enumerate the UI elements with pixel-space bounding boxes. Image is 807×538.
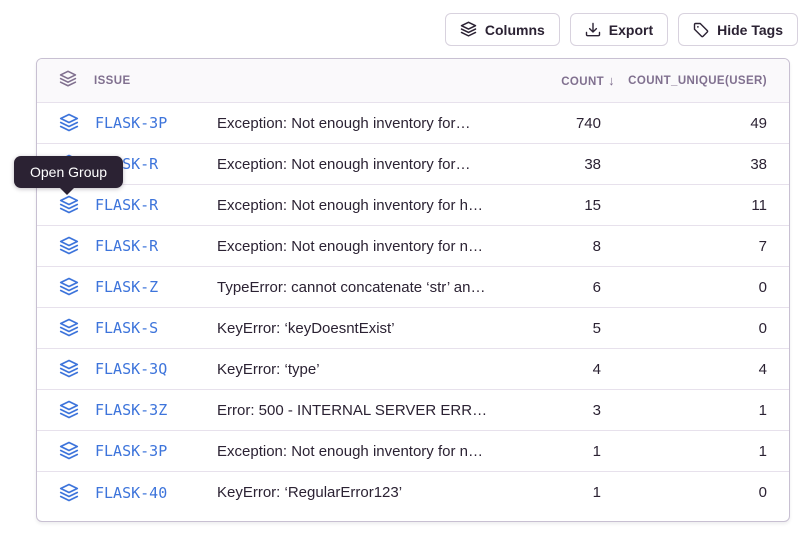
issue-id-link[interactable]: FLASK-R xyxy=(95,196,158,214)
column-header-count-unique-label: COUNT_UNIQUE(USER) xyxy=(628,75,767,87)
count-value: 38 xyxy=(501,156,601,173)
open-group-button[interactable] xyxy=(59,318,79,338)
count-unique-value: 7 xyxy=(601,238,789,255)
column-header-issue[interactable]: ISSUE xyxy=(37,70,217,91)
table-row[interactable]: FLASK-R Exception: Not enough inventory … xyxy=(37,144,789,185)
count-unique-value: 1 xyxy=(601,443,789,460)
issue-cell: FLASK-3P xyxy=(37,113,217,133)
column-header-count-label: COUNT xyxy=(561,76,604,88)
issues-table: ISSUE COUNT↓ COUNT_UNIQUE(USER) FLASK-3P… xyxy=(36,58,790,522)
open-group-tooltip: Open Group xyxy=(14,156,123,188)
issue-title: Exception: Not enough inventory for h… xyxy=(217,197,501,214)
count-value: 8 xyxy=(501,238,601,255)
count-value: 740 xyxy=(501,115,601,132)
issue-cell: FLASK-3Z xyxy=(37,400,217,420)
table-row[interactable]: FLASK-Z TypeError: cannot concatenate ‘s… xyxy=(37,267,789,308)
count-value: 5 xyxy=(501,320,601,337)
open-group-button[interactable] xyxy=(59,483,79,503)
table-row[interactable]: FLASK-R Exception: Not enough inventory … xyxy=(37,185,789,226)
issue-id-link[interactable]: FLASK-3Z xyxy=(95,401,167,419)
issue-title: KeyError: ‘RegularError123’ xyxy=(217,484,501,501)
table-header-row: ISSUE COUNT↓ COUNT_UNIQUE(USER) xyxy=(37,59,789,103)
issue-id-link[interactable]: FLASK-R xyxy=(95,237,158,255)
table-row[interactable]: FLASK-R Exception: Not enough inventory … xyxy=(37,226,789,267)
table-row[interactable]: FLASK-3P Exception: Not enough inventory… xyxy=(37,103,789,144)
tag-icon xyxy=(693,22,709,38)
issue-id-link[interactable]: FLASK-Z xyxy=(95,278,158,296)
column-header-count-unique[interactable]: COUNT_UNIQUE(USER) xyxy=(601,75,789,87)
issue-title: TypeError: cannot concatenate ‘str’ an… xyxy=(217,279,501,296)
stack-icon xyxy=(460,21,477,38)
issue-id-link[interactable]: FLASK-S xyxy=(95,319,158,337)
hide-tags-button-label: Hide Tags xyxy=(717,22,783,38)
count-unique-value: 4 xyxy=(601,361,789,378)
open-group-button[interactable] xyxy=(59,400,79,420)
issue-id-link[interactable]: FLASK-40 xyxy=(95,484,167,502)
count-value: 3 xyxy=(501,402,601,419)
issue-id-link[interactable]: FLASK-3P xyxy=(95,114,167,132)
issue-id-link[interactable]: FLASK-3Q xyxy=(95,360,167,378)
open-group-button[interactable] xyxy=(59,113,79,133)
open-group-button[interactable] xyxy=(59,195,79,215)
count-unique-value: 38 xyxy=(601,156,789,173)
issue-id-link[interactable]: FLASK-3P xyxy=(95,442,167,460)
issue-title: KeyError: ‘keyDoesntExist’ xyxy=(217,320,501,337)
issue-title: Error: 500 - INTERNAL SERVER ERROR xyxy=(217,402,501,419)
issue-title: KeyError: ‘type’ xyxy=(217,361,501,378)
column-header-count[interactable]: COUNT↓ xyxy=(501,73,601,88)
table-row[interactable]: FLASK-3Z Error: 500 - INTERNAL SERVER ER… xyxy=(37,390,789,431)
count-unique-value: 1 xyxy=(601,402,789,419)
issue-title: Exception: Not enough inventory for n… xyxy=(217,238,501,255)
issue-cell: FLASK-S xyxy=(37,318,217,338)
issue-title: Exception: Not enough inventory for… xyxy=(217,115,501,132)
count-value: 1 xyxy=(501,443,601,460)
count-unique-value: 0 xyxy=(601,484,789,501)
hide-tags-button[interactable]: Hide Tags xyxy=(678,13,798,46)
table-row[interactable]: FLASK-40 KeyError: ‘RegularError123’ 1 0 xyxy=(37,472,789,513)
issue-cell: FLASK-R xyxy=(37,195,217,215)
table-row[interactable]: FLASK-3Q KeyError: ‘type’ 4 4 xyxy=(37,349,789,390)
open-group-button[interactable] xyxy=(59,236,79,256)
issue-cell: FLASK-3Q xyxy=(37,359,217,379)
count-value: 4 xyxy=(501,361,601,378)
issue-cell: FLASK-3P xyxy=(37,441,217,461)
download-icon xyxy=(585,22,601,38)
column-header-issue-label: ISSUE xyxy=(94,75,131,87)
open-group-tooltip-label: Open Group xyxy=(30,164,107,180)
columns-button-label: Columns xyxy=(485,22,545,38)
table-row[interactable]: FLASK-S KeyError: ‘keyDoesntExist’ 5 0 xyxy=(37,308,789,349)
count-value: 15 xyxy=(501,197,601,214)
open-group-button[interactable] xyxy=(59,277,79,297)
count-value: 1 xyxy=(501,484,601,501)
count-unique-value: 0 xyxy=(601,279,789,296)
count-unique-value: 11 xyxy=(601,197,789,214)
toolbar: Columns Export Hide Tags xyxy=(445,13,798,46)
count-value: 6 xyxy=(501,279,601,296)
issue-cell: FLASK-Z xyxy=(37,277,217,297)
issue-title: Exception: Not enough inventory for… xyxy=(217,156,501,173)
columns-button[interactable]: Columns xyxy=(445,13,560,46)
open-group-button[interactable] xyxy=(59,441,79,461)
count-unique-value: 0 xyxy=(601,320,789,337)
stack-icon xyxy=(59,70,77,91)
issue-cell: FLASK-R xyxy=(37,236,217,256)
issue-title: Exception: Not enough inventory for n… xyxy=(217,443,501,460)
open-group-button[interactable] xyxy=(59,359,79,379)
issue-cell: FLASK-40 xyxy=(37,483,217,503)
table-row[interactable]: FLASK-3P Exception: Not enough inventory… xyxy=(37,431,789,472)
count-unique-value: 49 xyxy=(601,115,789,132)
export-button[interactable]: Export xyxy=(570,13,668,46)
export-button-label: Export xyxy=(609,22,653,38)
